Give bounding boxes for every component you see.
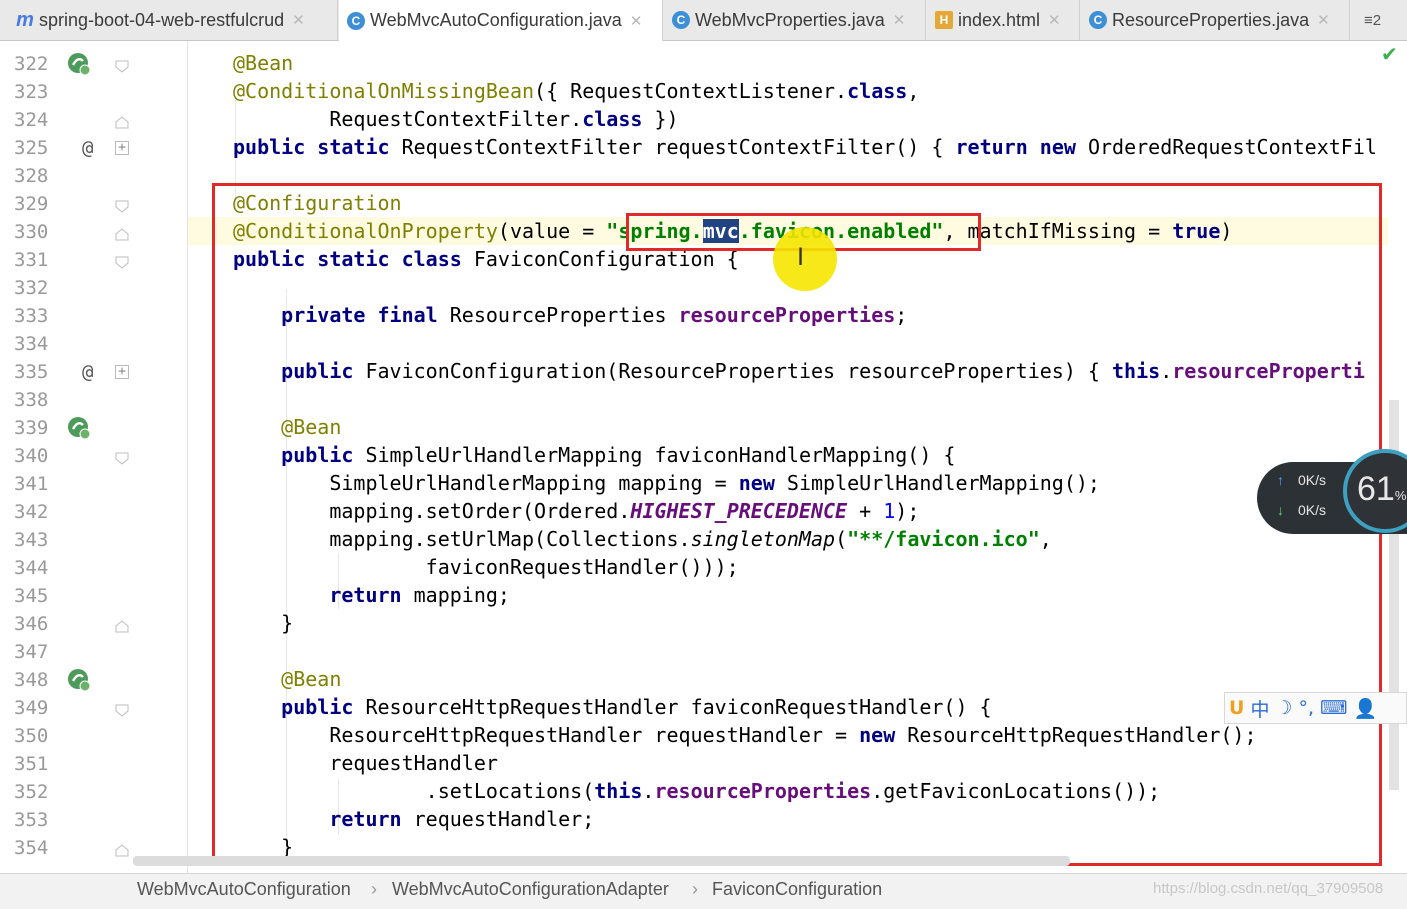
- bean-icon[interactable]: [67, 52, 91, 76]
- close-icon[interactable]: ✕: [292, 11, 305, 29]
- html-icon: H: [935, 11, 953, 29]
- text-cursor-icon: I: [797, 243, 805, 271]
- line-number: 330: [14, 221, 49, 243]
- line-number: 343: [14, 529, 49, 551]
- module-icon: m: [16, 8, 34, 31]
- tab-label: WebMvcAutoConfiguration.java: [370, 10, 622, 30]
- breadcrumb-item[interactable]: WebMvcAutoConfiguration: [137, 879, 351, 900]
- line-number: 332: [14, 277, 49, 299]
- ime-toolbar[interactable]: U 中 ☽ °, ⌨ 👤: [1224, 692, 1407, 724]
- code-line-325: public static RequestContextFilter reque…: [233, 135, 1377, 159]
- line-number: 349: [14, 697, 49, 719]
- line-number: 338: [14, 389, 49, 411]
- horizontal-scrollbar[interactable]: [133, 856, 1070, 866]
- line-number: 351: [14, 753, 49, 775]
- line-number: 322: [14, 53, 49, 75]
- line-number: 325: [14, 137, 49, 159]
- tab-overflow-label: ≡2: [1364, 11, 1382, 29]
- code-line-324: RequestContextFilter.class }): [233, 107, 679, 131]
- memory-percent: 61%: [1357, 470, 1407, 508]
- ime-user-icon[interactable]: 👤: [1353, 697, 1377, 720]
- fold-marker-icon[interactable]: [115, 254, 129, 269]
- line-number: 339: [14, 417, 49, 439]
- tab-label: WebMvcProperties.java: [695, 9, 885, 30]
- bean-icon[interactable]: [67, 416, 91, 440]
- ime-moon-icon[interactable]: ☽: [1275, 697, 1292, 719]
- ime-keyboard-icon[interactable]: ⌨: [1320, 697, 1347, 719]
- breadcrumb-separator: ›: [371, 879, 377, 899]
- line-number: 342: [14, 501, 49, 523]
- close-icon[interactable]: ✕: [630, 12, 643, 30]
- tab-label: ResourceProperties.java: [1112, 9, 1310, 30]
- code-line-322: @Bean: [233, 51, 294, 75]
- tab-webmvcautoconfiguration[interactable]: C WebMvcAutoConfiguration.java ✕: [339, 0, 663, 41]
- arrow-down-icon: ↓: [1277, 502, 1284, 518]
- breadcrumb-separator: ›: [692, 879, 698, 899]
- line-number: 324: [14, 109, 49, 131]
- line-number: 340: [14, 445, 49, 467]
- fold-marker-icon[interactable]: [115, 114, 129, 129]
- line-number: 328: [14, 165, 49, 187]
- breadcrumb-item[interactable]: WebMvcAutoConfigurationAdapter: [392, 879, 669, 900]
- bean-icon[interactable]: [67, 668, 91, 692]
- line-number: 331: [14, 249, 49, 271]
- tab-project[interactable]: m spring-boot-04-web-restfulcrud ✕: [8, 0, 338, 40]
- line-number: 335: [14, 361, 49, 383]
- fold-marker-icon[interactable]: [115, 226, 129, 241]
- line-number: 341: [14, 473, 49, 495]
- inspection-ok-icon[interactable]: ✔: [1381, 42, 1398, 66]
- upload-speed: ↑ 0K/s: [1277, 472, 1327, 488]
- line-number: 347: [14, 641, 49, 663]
- code-line-323: @ConditionalOnMissingBean({ RequestConte…: [233, 79, 920, 103]
- tab-overflow-button[interactable]: ≡2: [1364, 0, 1381, 40]
- class-icon: C: [672, 11, 690, 29]
- expand-fold-icon[interactable]: +: [115, 141, 129, 155]
- tab-webmvcproperties[interactable]: C WebMvcProperties.java ✕: [664, 0, 926, 40]
- close-icon[interactable]: ✕: [1048, 11, 1061, 29]
- fold-marker-icon[interactable]: [115, 702, 129, 717]
- line-number: 354: [14, 837, 49, 859]
- ime-punct-icon[interactable]: °,: [1299, 697, 1315, 719]
- line-number: 350: [14, 725, 49, 747]
- ime-chinese-mode[interactable]: 中: [1250, 695, 1269, 722]
- line-number: 345: [14, 585, 49, 607]
- download-speed: ↓ 0K/s: [1277, 502, 1327, 518]
- fold-marker-icon[interactable]: [115, 198, 129, 213]
- class-icon: C: [347, 11, 365, 30]
- fold-marker-icon[interactable]: [115, 450, 129, 465]
- tab-label: index.html: [958, 9, 1041, 30]
- line-number: 346: [14, 613, 49, 635]
- cursor-highlight: [773, 227, 837, 291]
- line-number: 348: [14, 669, 49, 691]
- fold-marker-icon[interactable]: [115, 842, 129, 857]
- override-at-icon[interactable]: @: [82, 134, 93, 162]
- fold-marker-icon[interactable]: [115, 58, 129, 73]
- line-number: 344: [14, 557, 49, 579]
- tab-resourceproperties[interactable]: C ResourceProperties.java ✕: [1081, 0, 1350, 40]
- line-number: 352: [14, 781, 49, 803]
- watermark-text: https://blog.csdn.net/qq_37909508: [1153, 880, 1384, 897]
- line-number: 323: [14, 81, 49, 103]
- ime-logo-icon[interactable]: U: [1229, 697, 1244, 719]
- line-number: 333: [14, 305, 49, 327]
- editor-tab-bar: m spring-boot-04-web-restfulcrud ✕ C Web…: [0, 0, 1407, 41]
- expand-fold-icon[interactable]: +: [115, 365, 129, 379]
- breadcrumb-item[interactable]: FaviconConfiguration: [712, 879, 882, 900]
- line-number: 353: [14, 809, 49, 831]
- line-number: 329: [14, 193, 49, 215]
- class-icon: C: [1089, 11, 1107, 29]
- editor-gutter: 322 323 324 325 @ +328 329 330 331 332 333 334 335 @ +…: [0, 41, 188, 878]
- arrow-up-icon: ↑: [1277, 472, 1284, 488]
- override-at-icon[interactable]: @: [82, 358, 93, 386]
- tab-index-html[interactable]: H index.html ✕: [927, 0, 1080, 40]
- tab-label: spring-boot-04-web-restfulcrud: [39, 9, 285, 30]
- line-number: 334: [14, 333, 49, 355]
- close-icon[interactable]: ✕: [893, 11, 906, 29]
- close-icon[interactable]: ✕: [1317, 11, 1330, 29]
- fold-marker-icon[interactable]: [115, 618, 129, 633]
